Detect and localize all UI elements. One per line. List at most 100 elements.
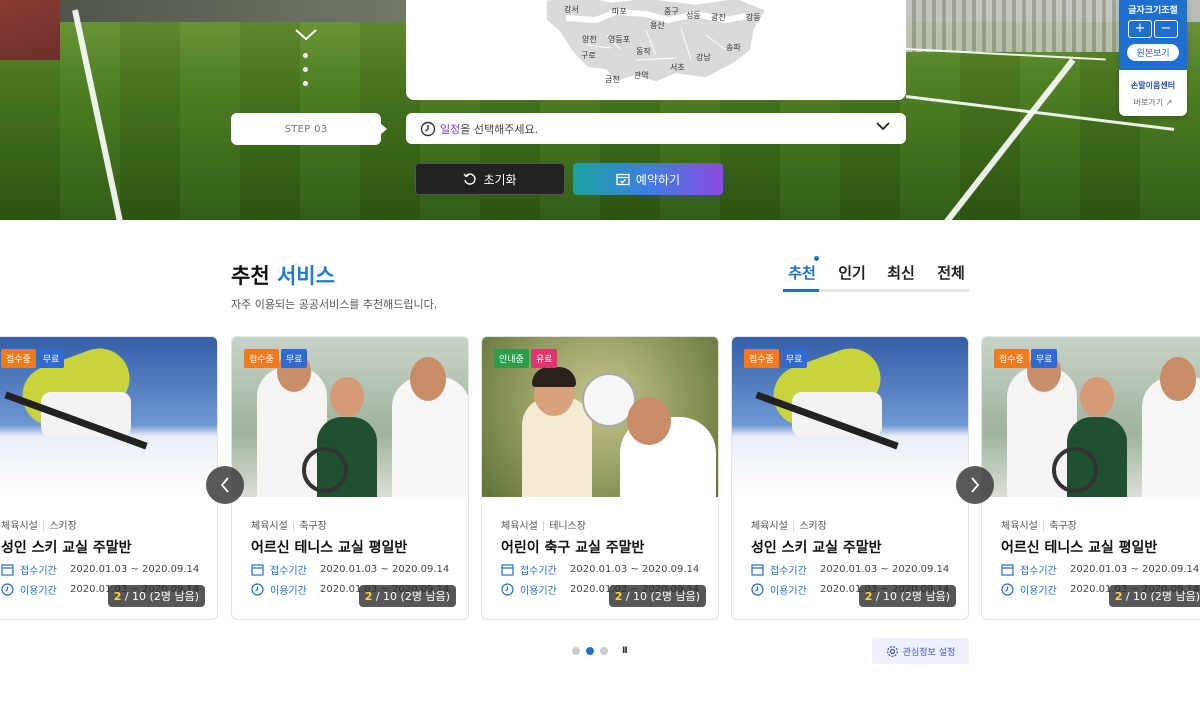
tab-latest[interactable]: 최신 — [884, 262, 918, 283]
capacity-badge: 2 / 10 (2명 남음) — [1108, 585, 1200, 607]
step-dot — [303, 53, 308, 58]
page-dot[interactable] — [572, 647, 580, 655]
pause-button[interactable]: II — [622, 646, 628, 656]
map-label: 성동 — [686, 11, 701, 20]
tab-popular[interactable]: 인기 — [835, 262, 869, 283]
price-badge: 무료 — [1030, 349, 1058, 368]
chevron-down-icon — [295, 29, 317, 41]
clock-icon — [251, 583, 264, 596]
receipt-period: 접수기간 2020.01.03 ~ 2020.09.14 — [1001, 562, 1199, 577]
map-shape — [545, 0, 768, 83]
font-decrease-button[interactable]: − — [1154, 20, 1178, 38]
map-label: 금천 — [605, 75, 620, 84]
interest-settings-button[interactable]: 관심정보 설정 — [872, 638, 969, 664]
clock-icon — [751, 583, 764, 596]
carousel-next-button[interactable] — [956, 466, 994, 504]
map-label: 영등포 — [608, 35, 631, 44]
status-badge: 접수중 — [244, 349, 279, 368]
card-title: 성인 스키 교실 주말반 — [1, 540, 132, 556]
section-subtitle: 자주 이용되는 공공서비스를 추천해드립니다. — [231, 298, 438, 311]
receipt-period: 접수기간 2020.01.03 ~ 2020.09.14 — [501, 562, 699, 577]
map-label: 강남 — [696, 53, 711, 62]
page-dot-active[interactable] — [586, 647, 594, 655]
sign-center-logo[interactable]: 손말이음센터 — [1119, 80, 1187, 91]
clock-icon — [1001, 583, 1014, 596]
sign-center-link[interactable]: 바로가기 ↗ — [1119, 97, 1187, 108]
map-label: 용산 — [650, 21, 665, 30]
price-badge: 무료 — [280, 349, 308, 368]
price-badge: 무료 — [37, 349, 65, 368]
card-category: 체육시설 | 스키장 — [1, 521, 77, 532]
map-label: 서초 — [670, 63, 685, 72]
title-main: 추천 — [231, 264, 270, 288]
map-label: 양천 — [582, 35, 597, 44]
go-label: 바로가기 — [1133, 98, 1164, 107]
section-title: 추천 서비스 — [231, 260, 335, 290]
status-badge: 접수중 — [744, 349, 779, 368]
tab-all[interactable]: 전체 — [934, 262, 968, 283]
clock-icon — [1, 583, 14, 596]
running-track — [0, 0, 60, 60]
stadium-fence — [906, 0, 1121, 52]
receipt-period: 접수기간 2020.01.03 ~ 2020.09.14 — [251, 562, 449, 577]
field-line — [922, 58, 1076, 220]
status-badge: 접수중 — [1, 349, 36, 368]
map-label: 강서 — [564, 5, 579, 14]
map-label: 강동 — [746, 13, 761, 22]
reserve-button[interactable]: 예약하기 — [573, 163, 723, 195]
capacity-badge: 2 / 10 (2명 남음) — [608, 585, 706, 607]
status-badge: 안내중 — [494, 349, 529, 368]
tab-indicator — [783, 289, 819, 292]
carousel-prev-button[interactable] — [206, 466, 244, 504]
calendar-icon — [1, 564, 14, 576]
card-category: 체육시설 | 축구장 — [251, 521, 327, 532]
card-category: 체육시설 | 테니스장 — [501, 521, 586, 532]
clock-icon — [501, 583, 514, 596]
tab-recommend[interactable]: 추천 — [785, 262, 819, 283]
field-line — [72, 9, 126, 220]
reset-label: 초기화 — [483, 172, 517, 187]
service-card[interactable]: 접수중 무료 2 / 10 (2명 남음) 체육시설 | 스키장 성인 스키 교실 주… — [0, 336, 218, 620]
card-title: 어르신 테니스 교실 평일반 — [251, 540, 408, 556]
service-card[interactable]: 접수중 무료 2 / 10 (2명 남음) 체육시설 | 축구장 어르신 테니스 교실… — [231, 336, 469, 620]
service-card[interactable]: 안내중 유료 2 / 10 (2명 남음) 체육시설 | 테니스장 어린이 축구 교실… — [481, 336, 719, 620]
schedule-select[interactable]: 일정 을 선택해주세요. — [406, 113, 906, 144]
seoul-map[interactable]: 강서 마포 중구 성동 광진 강동 용산 양천 영등포 구로 동작 강남 송파 … — [406, 0, 906, 100]
calendar-icon — [251, 564, 264, 576]
map-label: 중구 — [664, 7, 679, 16]
map-label: 광진 — [711, 13, 726, 22]
title-accent: 서비스 — [276, 264, 335, 288]
card-category: 체육시설 | 축구장 — [1001, 521, 1077, 532]
receipt-period: 접수기간 2020.01.03 ~ 2020.09.14 — [1, 562, 199, 577]
map-label: 구로 — [581, 51, 596, 60]
reserve-label: 예약하기 — [635, 172, 681, 187]
external-link-icon: ↗ — [1165, 98, 1173, 107]
receipt-period: 접수기간 2020.01.03 ~ 2020.09.14 — [751, 562, 949, 577]
map-label: 송파 — [726, 43, 741, 52]
carousel-pagination: II — [572, 646, 628, 656]
price-badge: 유료 — [530, 349, 558, 368]
service-card[interactable]: 접수중 무료 2 / 10 (2명 남음) 체육시설 | 스키장 성인 스키 교실 주… — [731, 336, 969, 620]
status-badge: 접수중 — [994, 349, 1029, 368]
clock-icon — [420, 121, 436, 136]
service-tabs: 추천 인기 최신 전체 — [783, 256, 969, 292]
page-dot[interactable] — [600, 647, 608, 655]
map-label: 마포 — [612, 7, 627, 16]
calendar-icon — [616, 173, 630, 186]
service-carousel: 접수중 무료 2 / 10 (2명 남음) 체육시설 | 스키장 성인 스키 교실 주… — [0, 336, 1200, 621]
font-original-button[interactable]: 원본보기 — [1127, 44, 1179, 61]
service-card[interactable]: 접수중 무료 2 / 10 (2명 남음) 체육시설 | 축구장 어르신 테니스 교실… — [981, 336, 1200, 620]
capacity-badge: 2 / 10 (2명 남음) — [107, 585, 205, 607]
schedule-accent: 일정 — [440, 122, 461, 136]
capacity-badge: 2 / 10 (2명 남음) — [858, 585, 956, 607]
font-size-title: 글자크기조절 — [1128, 6, 1178, 16]
font-increase-button[interactable]: + — [1128, 20, 1152, 38]
hero-banner: 강서 마포 중구 성동 광진 강동 용산 양천 영등포 구로 동작 강남 송파 … — [0, 0, 1200, 220]
reset-button[interactable]: 초기화 — [415, 163, 565, 195]
schedule-placeholder: 을 선택해주세요. — [460, 122, 539, 136]
price-badge: 무료 — [780, 349, 808, 368]
card-title: 성인 스키 교실 주말반 — [751, 540, 882, 556]
tab-new-dot — [814, 256, 819, 261]
chevron-left-icon — [220, 477, 229, 493]
refresh-icon — [463, 173, 477, 185]
